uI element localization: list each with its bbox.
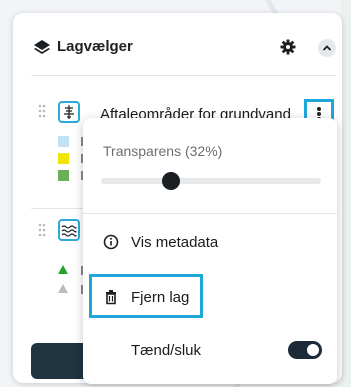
toggle-label: Tænd/sluk bbox=[131, 342, 202, 359]
visibility-toggle[interactable] bbox=[288, 341, 322, 359]
gear-icon[interactable] bbox=[280, 39, 296, 55]
map-viewport[interactable]: Lagvælger Aftaleområder for grundvand Tr… bbox=[0, 0, 351, 387]
remove-layer-highlight bbox=[89, 274, 203, 318]
collapse-button[interactable] bbox=[318, 39, 336, 57]
water-waves-icon bbox=[61, 225, 77, 237]
drag-handle-icon[interactable] bbox=[38, 223, 46, 237]
menu-item-label: Vis metadata bbox=[131, 234, 219, 251]
map-edge bbox=[341, 0, 351, 387]
kebab-dot bbox=[317, 112, 321, 116]
legend-swatch bbox=[58, 153, 69, 164]
transparency-slider[interactable] bbox=[101, 178, 321, 184]
info-circle-icon bbox=[103, 234, 119, 250]
slider-thumb[interactable] bbox=[162, 172, 181, 190]
legend-triangle bbox=[58, 284, 68, 293]
drag-handle-icon[interactable] bbox=[38, 104, 46, 118]
transparency-label: Transparens (32%) bbox=[103, 143, 223, 159]
legend-swatch bbox=[58, 170, 69, 181]
layer-icon bbox=[58, 101, 80, 123]
toggle-knob bbox=[307, 344, 319, 356]
legend-swatch bbox=[58, 136, 69, 147]
kebab-dot bbox=[317, 107, 321, 111]
well-pump-icon bbox=[64, 105, 74, 119]
panel-header: Lagvælger bbox=[13, 13, 342, 75]
layer-options-menu: Transparens (32%) Vis metadata Fjern lag… bbox=[83, 118, 337, 384]
header-divider bbox=[31, 75, 336, 76]
menu-divider bbox=[83, 213, 337, 214]
legend-triangle bbox=[58, 265, 68, 274]
chevron-up-icon bbox=[322, 45, 332, 51]
layers-icon bbox=[34, 40, 50, 54]
panel-title: Lagvælger bbox=[57, 38, 133, 55]
layer-icon bbox=[58, 219, 80, 241]
menu-item-metadata[interactable]: Vis metadata bbox=[83, 223, 337, 263]
